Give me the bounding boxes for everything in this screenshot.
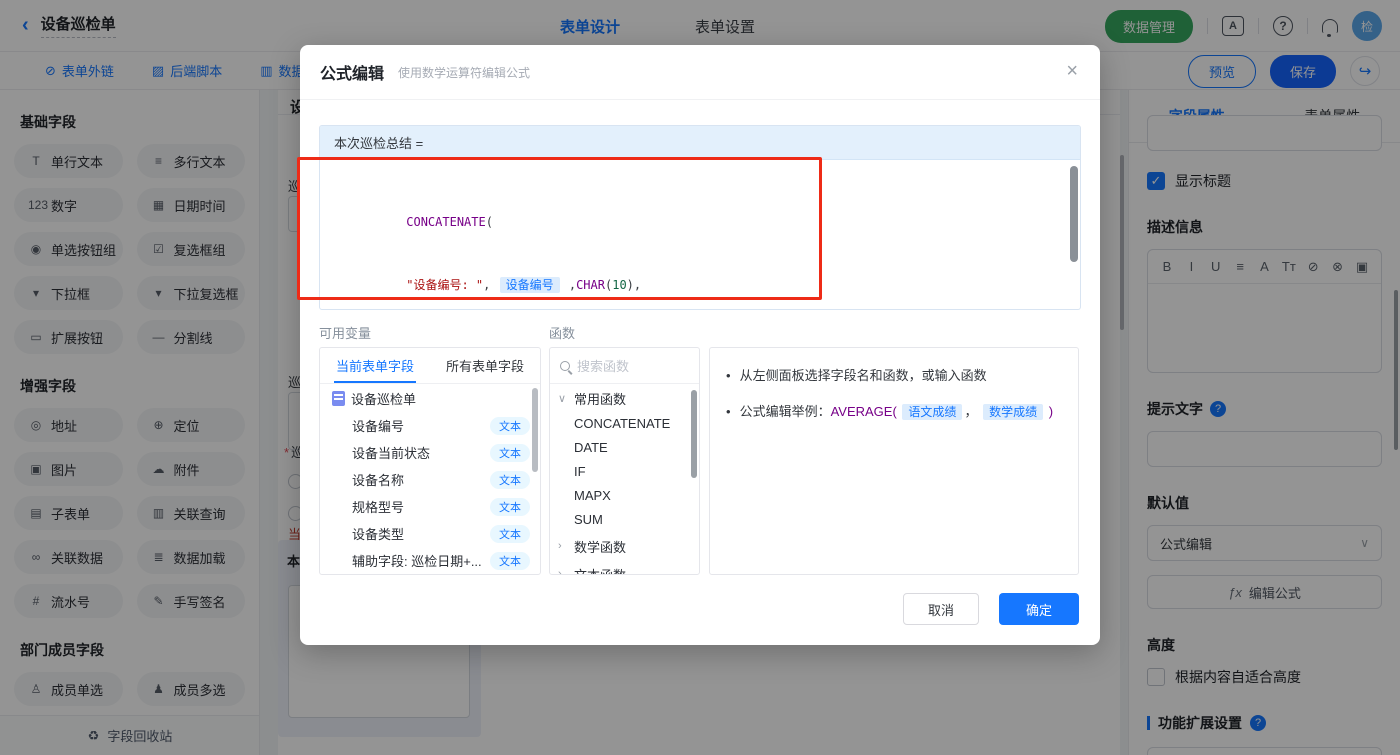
variable-type-badge: 文本 <box>490 525 530 543</box>
formula-token: , <box>483 278 497 292</box>
formula-token: CHAR <box>576 278 605 292</box>
example-field-chip: 数学成绩 <box>983 404 1043 420</box>
form-icon <box>332 391 345 406</box>
function-item[interactable]: CONCATENATE <box>550 412 699 436</box>
formula-box: 本次巡检总结 = CONCATENATE( "设备编号: ", 设备编号 ,CH… <box>319 125 1081 310</box>
app-root: ‹ 设备巡检单 表单设计表单设置 数据管理 A ? 检 ⊘ 表单外链 ▨ 后端脚… <box>0 0 1400 755</box>
tip-line: • 从左侧面板选择字段名和函数，或输入函数 <box>726 366 1062 386</box>
function-item[interactable]: MAPX <box>550 484 699 508</box>
formula-line: "巡检时间: ",TEXT(DATE( 巡检时间 ),"yyyy-MM-dd H… <box>334 296 1066 310</box>
formula-scrollbar[interactable] <box>1070 166 1078 262</box>
bullet: • <box>726 402 731 422</box>
variables-label: 可用变量 <box>319 323 371 342</box>
form-tree-root[interactable]: 设备巡检单 <box>320 384 540 412</box>
function-group-header[interactable]: › 数学函数 <box>550 532 699 560</box>
formula-target-label: 本次巡检总结 = <box>320 126 1080 160</box>
modal-title: 公式编辑 <box>320 60 384 84</box>
variables-panel: 当前表单字段所有表单字段 设备巡检单 设备编号 文本 设备当前状态 文本 设备名… <box>319 347 541 575</box>
formula-token: "设备编号: " <box>406 278 483 292</box>
example-close-paren: ) <box>1049 404 1053 419</box>
cancel-button[interactable]: 取消 <box>903 593 979 625</box>
formula-code-editor[interactable]: CONCATENATE( "设备编号: ", 设备编号 ,CHAR(10), "… <box>320 160 1080 310</box>
tip-example-line: • 公式编辑举例：AVERAGE( 语文成绩， 数学成绩 ) <box>726 402 1062 422</box>
function-item[interactable]: IF <box>550 460 699 484</box>
variables-tab[interactable]: 当前表单字段 <box>320 348 430 383</box>
tip-example: 公式编辑举例：AVERAGE( 语文成绩， 数学成绩 ) <box>740 402 1054 422</box>
variable-type-badge: 文本 <box>490 444 530 462</box>
function-group-header[interactable]: › 文本函数 <box>550 560 699 575</box>
function-group-name: 数学函数 <box>574 537 626 556</box>
formula-token: 设备编号 <box>500 277 560 293</box>
caret-icon: › <box>558 568 568 575</box>
variable-type-badge: 文本 <box>490 552 530 570</box>
caret-icon: ∨ <box>558 392 568 405</box>
function-group-name: 常用函数 <box>574 389 626 408</box>
variable-name: 辅助字段: 巡检日期+... <box>352 551 490 570</box>
variable-name: 规格型号 <box>352 497 490 516</box>
formula-token: 10 <box>612 278 626 292</box>
variable-type-badge: 文本 <box>490 471 530 489</box>
variables-tab[interactable]: 所有表单字段 <box>430 348 540 383</box>
function-group-name: 文本函数 <box>574 565 626 576</box>
variable-row[interactable]: 设备编号 文本 <box>320 412 540 439</box>
confirm-button[interactable]: 确定 <box>999 593 1079 625</box>
variable-name: 设备当前状态 <box>352 443 490 462</box>
function-group-header[interactable]: ∨ 常用函数 <box>550 384 699 412</box>
modal-subtitle: 使用数学运算符编辑公式 <box>398 64 530 81</box>
formula-editor-modal: 公式编辑 使用数学运算符编辑公式 × 本次巡检总结 = CONCATENATE(… <box>300 45 1100 645</box>
variables-scrollbar[interactable] <box>532 388 538 472</box>
functions-scrollbar[interactable] <box>691 390 697 478</box>
function-item[interactable]: SUM <box>550 508 699 532</box>
functions-label: 函数 <box>549 323 575 342</box>
formula-token: , <box>562 278 576 292</box>
function-group: ∨ 常用函数 CONCATENATEDATEIFMAPXSUM <box>550 384 699 532</box>
variable-row[interactable]: 设备当前状态 文本 <box>320 439 540 466</box>
formula-token: ), <box>627 278 641 292</box>
modal-header: 公式编辑 使用数学运算符编辑公式 <box>300 45 1100 100</box>
function-group: › 数学函数 <box>550 532 699 560</box>
function-search-placeholder: 搜索函数 <box>577 356 629 375</box>
close-icon[interactable]: × <box>1066 61 1078 81</box>
formula-token: ( <box>486 215 493 229</box>
tip-text: 从左侧面板选择字段名和函数，或输入函数 <box>740 366 987 386</box>
function-search[interactable]: 搜索函数 <box>550 348 699 384</box>
variable-row[interactable]: 设备类型 文本 <box>320 520 540 547</box>
variable-row[interactable]: 规格型号 文本 <box>320 493 540 520</box>
formula-line: "设备编号: ", 设备编号 ,CHAR(10), <box>334 233 1066 296</box>
example-function: AVERAGE( <box>831 404 897 419</box>
variable-row[interactable]: 辅助字段: 巡检日期+... 文本 <box>320 547 540 574</box>
variable-row[interactable]: 设备名称 文本 <box>320 466 540 493</box>
example-field-chip: 语文成绩 <box>902 404 962 420</box>
variable-type-badge: 文本 <box>490 498 530 516</box>
caret-icon: › <box>558 540 568 552</box>
bullet: • <box>726 366 731 386</box>
search-icon <box>560 361 570 371</box>
variable-type-badge: 文本 <box>490 417 530 435</box>
formula-token: CONCATENATE <box>406 215 485 229</box>
variable-name: 设备编号 <box>352 416 490 435</box>
formula-line: CONCATENATE( <box>334 170 1066 233</box>
functions-panel: 搜索函数 ∨ 常用函数 CONCATENATEDATEIFMAPXSUM › <box>549 347 700 575</box>
function-group: › 文本函数 <box>550 560 699 575</box>
variable-name: 设备名称 <box>352 470 490 489</box>
variable-name: 设备类型 <box>352 524 490 543</box>
tips-panel: • 从左侧面板选择字段名和函数，或输入函数 • 公式编辑举例：AVERAGE( … <box>709 347 1079 575</box>
form-name: 设备巡检单 <box>351 389 416 408</box>
function-item[interactable]: DATE <box>550 436 699 460</box>
